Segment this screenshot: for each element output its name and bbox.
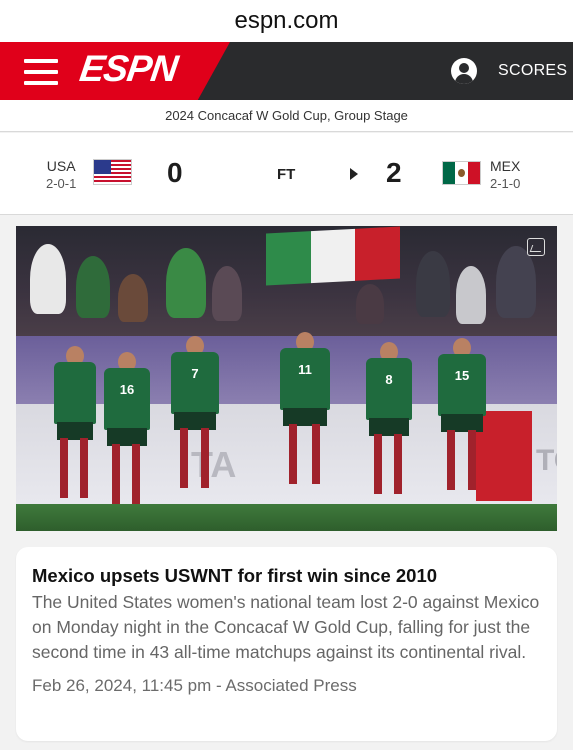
ad-text-right: TO (536, 444, 557, 477)
home-score: 0 (167, 157, 183, 188)
scoreboard[interactable]: USA 2-0-1 0 FT 2 MEX 2-1-0 (0, 133, 573, 215)
away-team: MEX 2-1-0 (490, 157, 520, 193)
story-photo[interactable]: TA TO 16 7 11 8 15 (16, 226, 557, 531)
jersey-11: 11 (280, 348, 330, 410)
user-account-icon[interactable] (451, 58, 477, 84)
player-8: 8 (366, 342, 412, 522)
home-team-abbr: USA (46, 158, 76, 174)
event-title[interactable]: 2024 Concacaf W Gold Cup, Group Stage (0, 100, 573, 132)
player-15: 15 (438, 338, 486, 520)
jersey-15: 15 (438, 354, 486, 416)
jersey-16: 16 (104, 368, 150, 430)
player-16: 16 (104, 352, 150, 527)
player-11: 11 (280, 332, 330, 517)
away-score: 2 (386, 157, 402, 188)
espn-logo[interactable]: ESPN (77, 48, 180, 90)
match-status: FT (277, 166, 296, 183)
expand-image-icon[interactable] (527, 238, 545, 256)
home-team-record: 2-0-1 (46, 176, 77, 191)
usa-flag-icon (93, 159, 132, 185)
photo-mexico-flag (266, 226, 401, 286)
jersey-7: 7 (171, 352, 219, 414)
away-team-abbr: MEX (490, 158, 521, 174)
away-team-record: 2-1-0 (490, 176, 521, 191)
winner-arrow-icon (350, 168, 358, 180)
home-team: USA 2-0-1 (46, 157, 76, 193)
story-description: The United States women's national team … (32, 592, 540, 662)
mexico-flag-icon (442, 161, 481, 185)
jersey-8: 8 (366, 358, 412, 420)
hamburger-menu-icon[interactable] (24, 59, 58, 85)
story-card[interactable]: Mexico upsets USWNT for first win since … (16, 547, 557, 741)
top-navigation: ESPN SCORES (0, 42, 573, 100)
url-text: espn.com (234, 7, 339, 34)
player-7: 7 (171, 336, 219, 516)
browser-url-bar[interactable]: espn.com (0, 0, 573, 42)
player-left (54, 346, 96, 521)
scores-link[interactable]: SCORES (498, 62, 567, 80)
story-meta: Feb 26, 2024, 11:45 pm - Associated Pres… (32, 676, 357, 695)
story-headline[interactable]: Mexico upsets USWNT for first win since … (32, 565, 541, 587)
